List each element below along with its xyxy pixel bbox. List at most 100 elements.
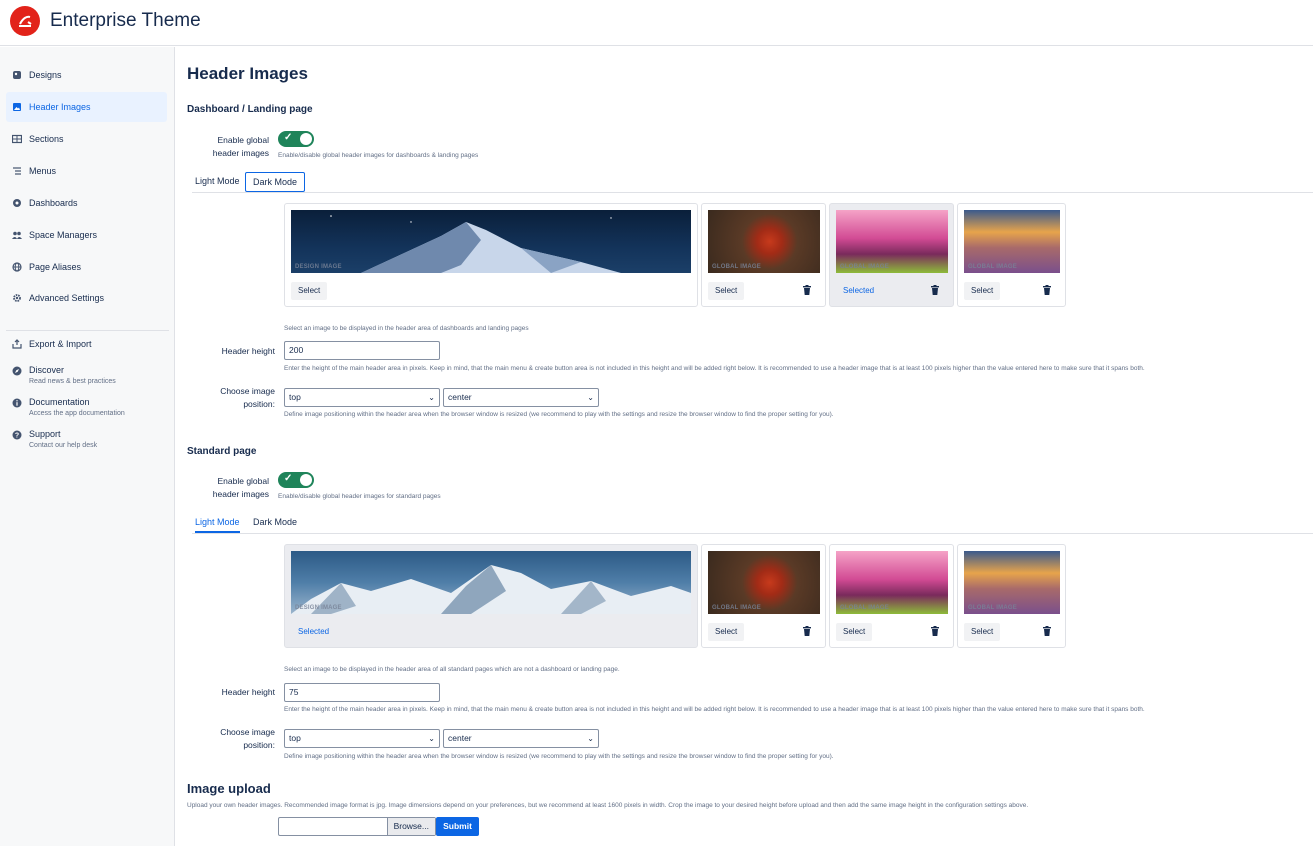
sidebar-item-advanced-settings[interactable]: Advanced Settings	[6, 283, 167, 313]
sidebar-item-documentation[interactable]: Documentation Access the app documentati…	[6, 393, 167, 423]
sidebar-item-label: Sections	[29, 134, 64, 144]
toggle-knob	[300, 133, 312, 145]
sidebar-item-label: Documentation	[29, 397, 90, 407]
selected-button[interactable]: Selected	[291, 623, 336, 641]
trash-icon[interactable]	[803, 285, 811, 295]
image-help: Select an image to be displayed in the h…	[284, 666, 620, 673]
sections-icon	[12, 134, 22, 144]
tab-dark-mode[interactable]: Dark Mode	[245, 172, 306, 192]
enable-dashboard-toggle[interactable]: ✓	[278, 131, 314, 147]
image-tag: GLOBAL IMAGE	[712, 264, 761, 270]
chevron-down-icon: ⌄	[587, 734, 594, 743]
sidebar: Designs Header Images Sections Menus Das…	[0, 47, 175, 846]
image-card[interactable]: GLOBAL IMAGE Select	[701, 203, 826, 307]
top-bar: Enterprise Theme	[0, 0, 1313, 46]
globe-icon	[12, 262, 22, 272]
tab-light-mode[interactable]: Light Mode	[188, 172, 247, 192]
trash-icon[interactable]	[931, 626, 939, 636]
select-button[interactable]: Select	[291, 282, 328, 300]
position-label: Choose image position:	[195, 385, 275, 411]
sidebar-item-export-import[interactable]: Export & Import	[6, 329, 167, 359]
position-vertical-select[interactable]: top ⌄	[284, 729, 440, 748]
image-thumbnail: GLOBAL IMAGE	[964, 551, 1060, 614]
select-button[interactable]: Select	[964, 623, 1001, 641]
position-help: Define image positioning within the head…	[284, 411, 834, 418]
tab-light-mode[interactable]: Light Mode	[195, 513, 240, 533]
header-height-label: Header height	[221, 687, 275, 697]
image-thumbnail: GLOBAL IMAGE	[708, 210, 820, 273]
check-icon: ✓	[284, 132, 293, 143]
enable-label: Enable global header images	[195, 134, 269, 160]
select-button[interactable]: Select	[708, 282, 745, 300]
sidebar-item-label: Discover	[29, 365, 65, 375]
sidebar-item-discover[interactable]: Discover Read news & best practices	[6, 361, 167, 391]
sidebar-item-support[interactable]: ? Support Contact our help desk	[6, 425, 167, 455]
image-card[interactable]: DESIGN IMAGE Select	[284, 203, 698, 307]
toggle-knob	[300, 474, 312, 486]
question-icon: ?	[12, 430, 22, 440]
header-height-help: Enter the height of the main header area…	[284, 706, 1145, 713]
sidebar-item-dashboards[interactable]: Dashboards	[6, 188, 167, 218]
header-height-input[interactable]: 200	[284, 341, 440, 360]
sidebar-item-menus[interactable]: Menus	[6, 156, 167, 186]
image-card[interactable]: GLOBAL IMAGE Select	[829, 544, 954, 648]
sidebar-item-header-images[interactable]: Header Images	[6, 92, 167, 122]
position-horizontal-select[interactable]: center ⌄	[443, 388, 599, 407]
header-height-input[interactable]: 75	[284, 683, 440, 702]
trash-icon[interactable]	[1043, 285, 1051, 295]
header-height-help: Enter the height of the main header area…	[284, 365, 1145, 372]
image-card[interactable]: GLOBAL IMAGE Selected	[829, 203, 954, 307]
browse-button[interactable]: Browse...	[386, 818, 435, 835]
select-button[interactable]: Select	[708, 623, 745, 641]
submit-button[interactable]: Submit	[436, 817, 479, 836]
trash-icon[interactable]	[803, 626, 811, 636]
tabs-divider	[192, 192, 1313, 193]
menu-icon	[12, 166, 22, 176]
sidebar-item-label: Space Managers	[29, 230, 98, 240]
select-button[interactable]: Select	[836, 623, 873, 641]
section-heading-dashboard: Dashboard / Landing page	[187, 104, 313, 115]
position-label-line1: Choose image	[220, 727, 275, 737]
image-card[interactable]: GLOBAL IMAGE Select	[957, 544, 1066, 648]
export-icon	[12, 339, 22, 349]
sidebar-item-sections[interactable]: Sections	[6, 124, 167, 154]
upload-help: Upload your own header images. Recommend…	[187, 802, 1029, 809]
enable-help: Enable/disable global header images for …	[278, 493, 441, 500]
main-content: Header Images Dashboard / Landing page E…	[175, 47, 1313, 846]
position-help: Define image positioning within the head…	[284, 753, 834, 760]
select-value: center	[448, 733, 472, 743]
file-input[interactable]: Browse...	[278, 817, 436, 836]
enable-standard-toggle[interactable]: ✓	[278, 472, 314, 488]
trash-icon[interactable]	[1043, 626, 1051, 636]
compass-icon	[12, 366, 22, 376]
image-tag: GLOBAL IMAGE	[840, 605, 889, 611]
position-label-line1: Choose image	[220, 386, 275, 396]
palette-icon	[12, 70, 22, 80]
image-tag: GLOBAL IMAGE	[968, 264, 1017, 270]
image-tag: DESIGN IMAGE	[295, 605, 342, 611]
position-horizontal-select[interactable]: center ⌄	[443, 729, 599, 748]
trash-icon[interactable]	[931, 285, 939, 295]
image-card[interactable]: DESIGN IMAGE Selected	[284, 544, 698, 648]
position-label: Choose image position:	[195, 726, 275, 752]
sidebar-item-space-managers[interactable]: Space Managers	[6, 220, 167, 250]
sidebar-item-designs[interactable]: Designs	[6, 60, 167, 90]
image-thumbnail: DESIGN IMAGE	[291, 210, 691, 273]
sidebar-item-page-aliases[interactable]: Page Aliases	[6, 252, 167, 282]
chevron-down-icon: ⌄	[428, 393, 435, 402]
position-vertical-select[interactable]: top ⌄	[284, 388, 440, 407]
image-card[interactable]: GLOBAL IMAGE Select	[957, 203, 1066, 307]
image-card[interactable]: GLOBAL IMAGE Select	[701, 544, 826, 648]
info-icon	[12, 398, 22, 408]
image-thumbnail: GLOBAL IMAGE	[708, 551, 820, 614]
select-value: top	[289, 392, 301, 402]
selected-button[interactable]: Selected	[836, 282, 881, 300]
sidebar-item-label: Menus	[29, 166, 57, 176]
app-logo-icon[interactable]	[10, 6, 40, 36]
select-button[interactable]: Select	[964, 282, 1001, 300]
enable-label-line1: Enable global	[217, 135, 269, 145]
sidebar-item-sublabel: Read news & best practices	[29, 378, 116, 385]
image-thumbnail: GLOBAL IMAGE	[964, 210, 1060, 273]
tab-dark-mode[interactable]: Dark Mode	[246, 513, 304, 533]
dashboard-icon	[12, 198, 22, 208]
